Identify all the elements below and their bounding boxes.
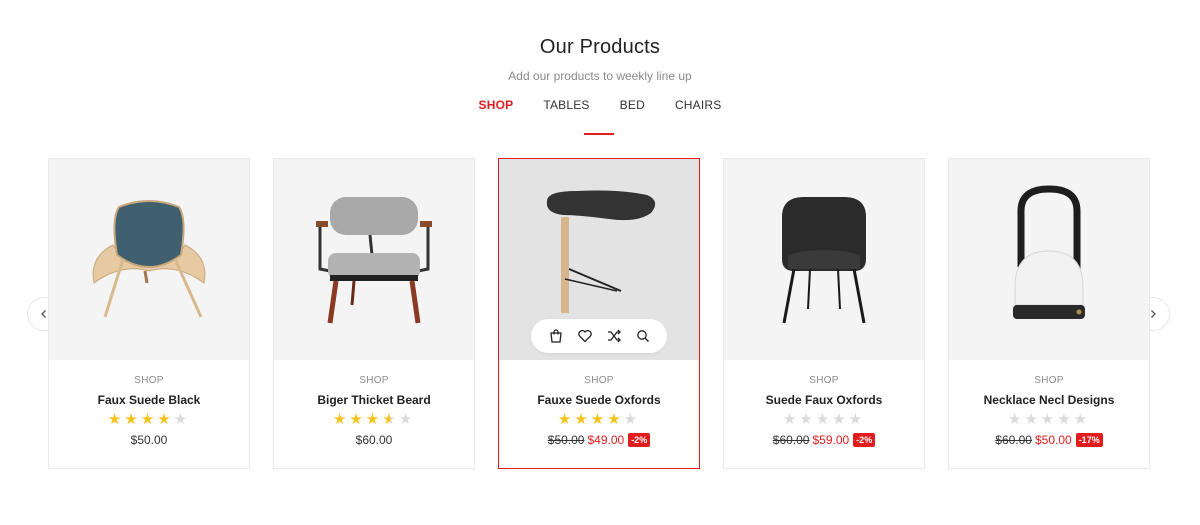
product-card[interactable]: SHOP Faux Suede Black ★★★★★ $50.00 [48, 158, 250, 469]
product-card[interactable]: SHOP Suede Faux Oxfords ★★★★★ $60.00 $59.… [723, 158, 925, 469]
quick-view-button[interactable] [634, 327, 652, 345]
tub-chair-icon [782, 197, 866, 324]
product-name[interactable]: Faux Suede Black [49, 393, 249, 407]
tab-bed[interactable]: BED [620, 98, 645, 112]
active-tab-indicator [584, 133, 614, 135]
product-category: SHOP [809, 375, 839, 386]
wishlist-button[interactable] [576, 327, 594, 345]
product-hover-actions [531, 319, 667, 353]
product-category: SHOP [1034, 375, 1064, 386]
tab-shop[interactable]: SHOP [479, 98, 514, 112]
product-category: SHOP [359, 375, 389, 386]
sale-price: $49.00 [587, 433, 625, 447]
compare-shuffle-icon [607, 329, 621, 343]
sale-price: $59.00 [812, 433, 850, 447]
product-card[interactable]: SHOP Biger Thicket Beard ★★★★★ $60.00 [273, 158, 475, 469]
rating-stars: ★★★★★ [107, 411, 191, 428]
section-subtitle: Add our products to weekly line up [508, 69, 692, 83]
old-price: $60.00 [772, 433, 810, 447]
rating-stars: ★★★★★ [1007, 411, 1091, 428]
product-name[interactable]: Necklace Necl Designs [949, 393, 1149, 407]
product-price: $60.00 $59.00 -2% [724, 433, 924, 447]
wishlist-heart-icon [577, 329, 592, 343]
old-price: $50.00 [547, 433, 585, 447]
discount-badge: -2% [853, 433, 876, 447]
product-image[interactable] [499, 159, 699, 360]
tab-chairs[interactable]: CHAIRS [675, 98, 722, 112]
price: $50.00 [130, 433, 168, 447]
product-carousel: SHOP Faux Suede Black ★★★★★ $50.00 SHOP … [48, 158, 1151, 469]
product-image[interactable] [949, 159, 1149, 360]
rating-stars: ★★★★★ [332, 411, 416, 428]
rating-stars: ★★★★★ [557, 411, 641, 428]
product-category: SHOP [134, 375, 164, 386]
quick-view-search-icon [636, 330, 649, 342]
compare-button[interactable] [605, 327, 623, 345]
tab-tables[interactable]: TABLES [543, 98, 589, 112]
product-price: $50.00 [49, 433, 249, 447]
section-header: Our Products Add our products to weekly … [0, 36, 1200, 83]
product-card[interactable]: SHOP Fauxe Suede Oxfords ★★★★★ $50.00 $49… [498, 158, 700, 469]
product-name[interactable]: Biger Thicket Beard [274, 393, 474, 407]
lounge-chair-icon [92, 200, 206, 318]
lantern-icon [1013, 185, 1085, 319]
product-tabs: SHOP TABLES BED CHAIRS [0, 98, 1200, 112]
sale-price: $50.00 [1034, 433, 1072, 447]
add-to-cart-icon [549, 329, 562, 343]
add-to-cart-button[interactable] [547, 327, 565, 345]
product-name[interactable]: Fauxe Suede Oxfords [499, 393, 699, 407]
product-card[interactable]: SHOP Necklace Necl Designs ★★★★★ $60.00 $… [948, 158, 1150, 469]
product-category: SHOP [584, 375, 614, 386]
product-price: $60.00 [274, 433, 474, 447]
product-image[interactable] [724, 159, 924, 360]
old-price: $60.00 [995, 433, 1032, 447]
product-image[interactable] [274, 159, 474, 360]
discount-badge: -17% [1075, 433, 1103, 447]
section-title: Our Products [539, 36, 661, 58]
discount-badge: -2% [628, 433, 651, 447]
product-image[interactable] [49, 159, 249, 360]
product-price: $60.00 $50.00 -17% [949, 433, 1149, 447]
product-name[interactable]: Suede Faux Oxfords [724, 393, 924, 407]
price: $60.00 [355, 433, 393, 447]
product-price: $50.00 $49.00 -2% [499, 433, 699, 447]
armchair-icon [316, 197, 432, 324]
rating-stars: ★★★★★ [782, 411, 866, 428]
